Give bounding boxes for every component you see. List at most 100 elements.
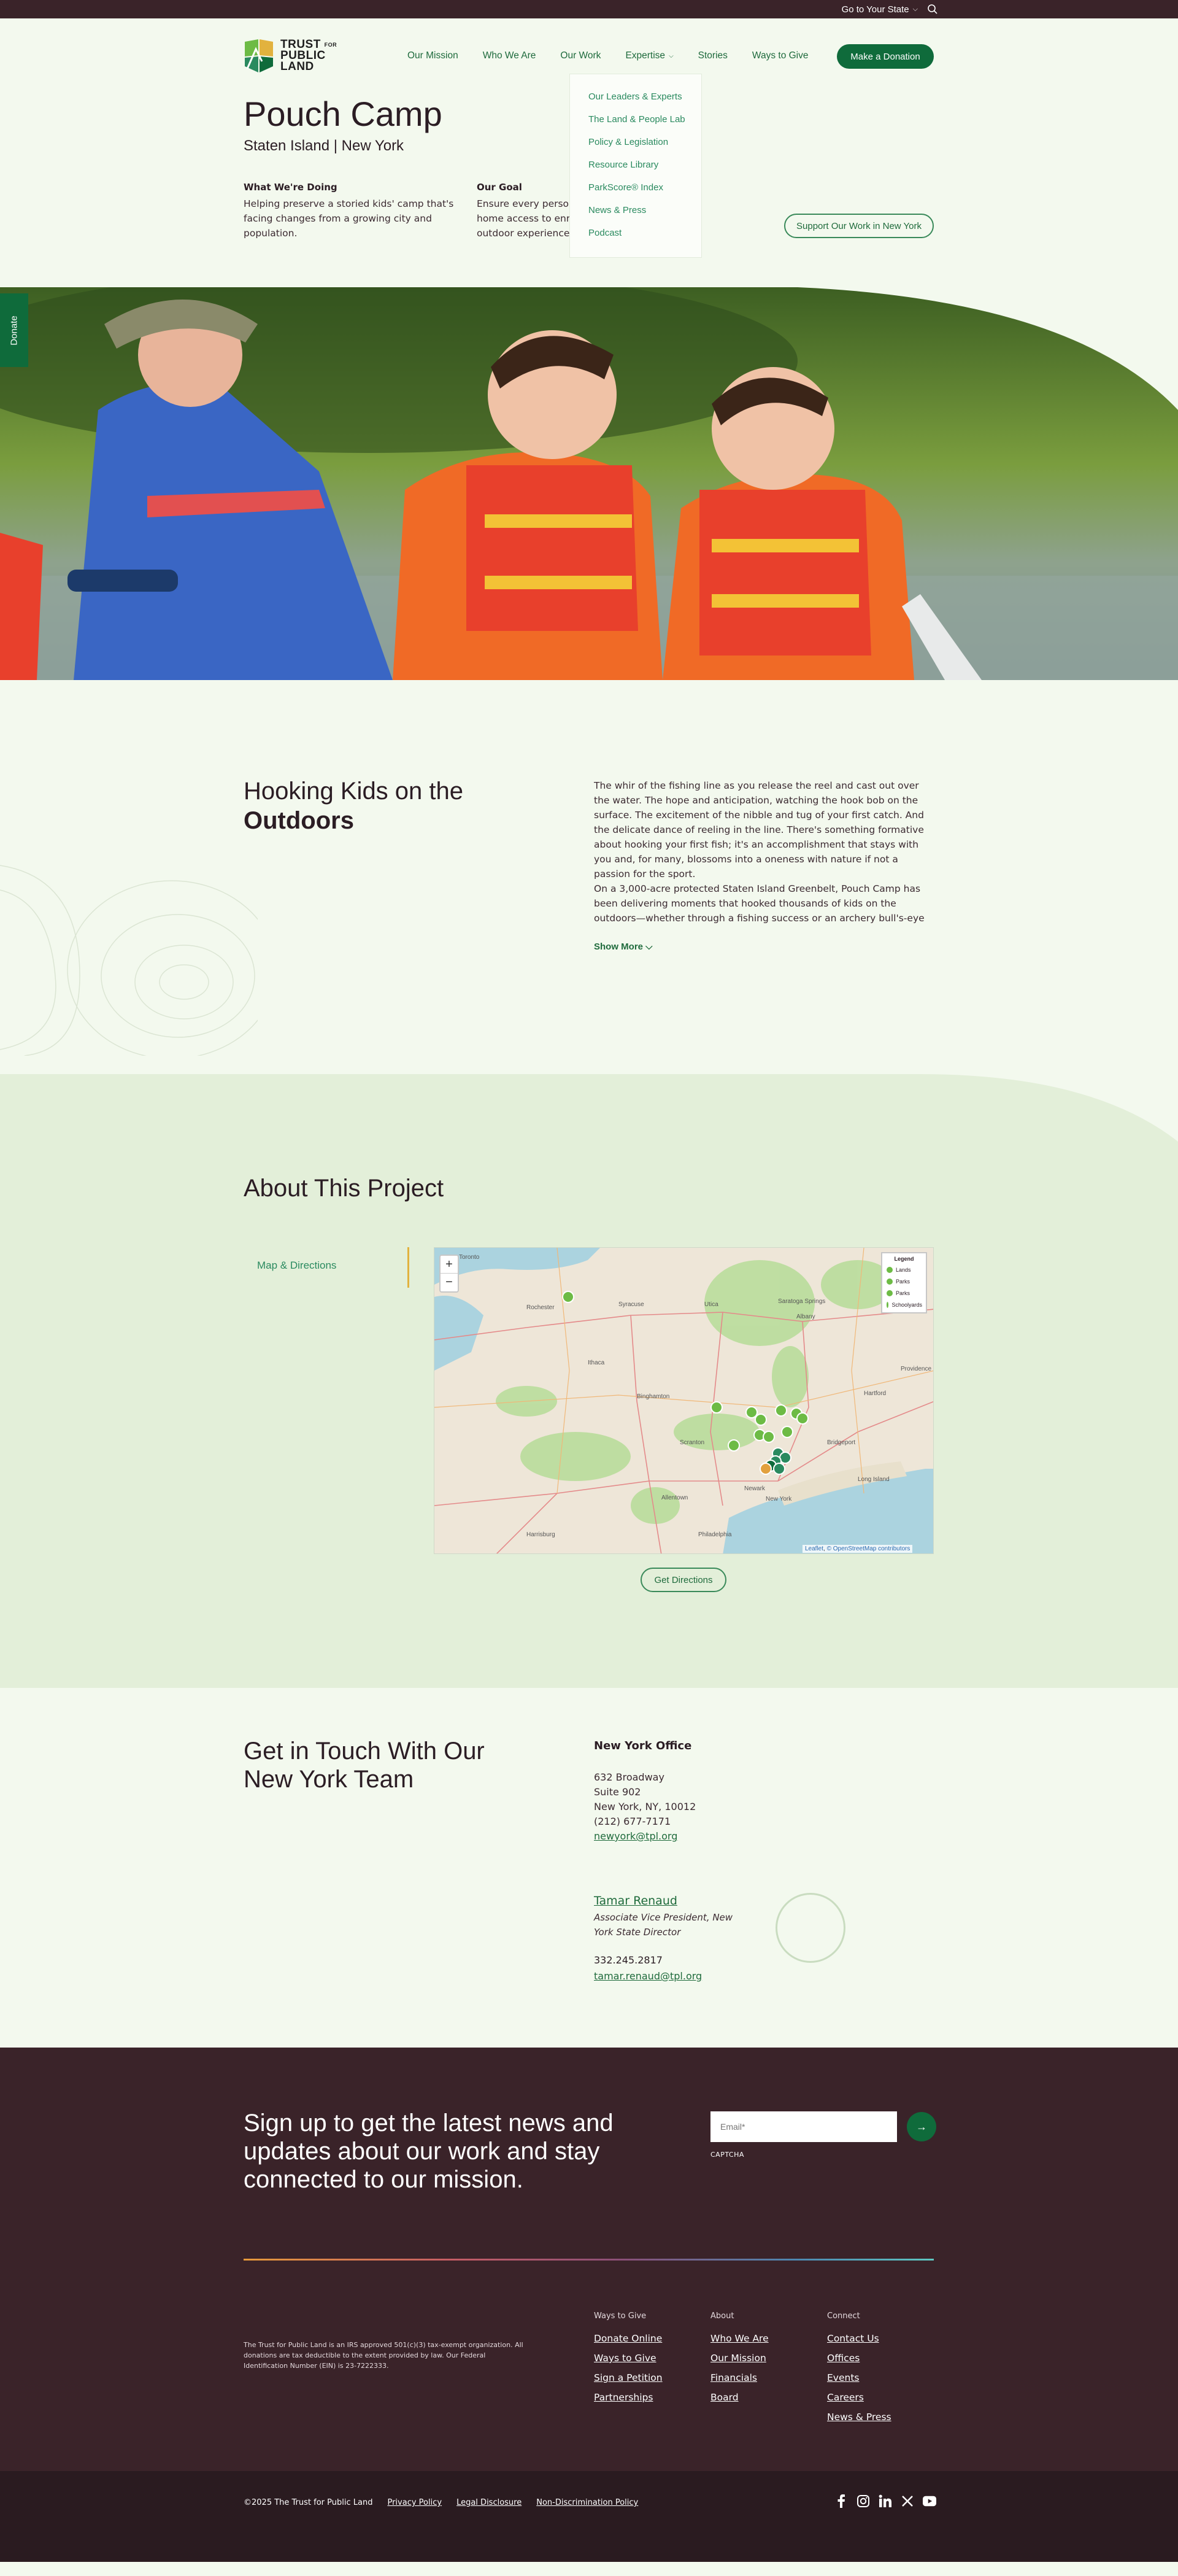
logo-line-3: LAND — [280, 60, 314, 73]
show-more-button[interactable]: Show More ⌵ — [594, 942, 653, 952]
footer-link[interactable]: Sign a Petition — [594, 2372, 663, 2392]
dropdown-item[interactable]: News & Press — [588, 205, 701, 228]
about-heading: About This Project — [244, 1175, 444, 1202]
map-label: Ithaca — [588, 1360, 605, 1366]
address-line: 632 Broadway — [594, 1771, 664, 1783]
osm-link[interactable]: © OpenStreetMap contributors — [827, 1545, 910, 1552]
zoom-out-button[interactable]: − — [441, 1274, 458, 1291]
nav-expertise[interactable]: Expertise ⌵ — [625, 50, 673, 61]
footer-link[interactable]: Careers — [827, 2392, 891, 2412]
footer-link[interactable]: Contact Us — [827, 2333, 891, 2353]
map-marker — [755, 1414, 767, 1426]
dropdown-item[interactable]: The Land & People Lab — [588, 114, 701, 137]
state-selector[interactable]: Go to Your State ⌵ — [842, 4, 918, 15]
legend-item[interactable]: Lands — [886, 1264, 922, 1275]
search-icon[interactable] — [926, 3, 939, 15]
newsletter-submit-button[interactable]: → — [907, 2112, 936, 2141]
legal-text: The Trust for Public Land is an IRS appr… — [244, 2341, 523, 2370]
intro-heading: Hooking Kids on the Outdoors — [244, 776, 463, 835]
contact-person-name[interactable]: Tamar Renaud — [594, 1894, 677, 1908]
get-directions-button[interactable]: Get Directions — [641, 1568, 726, 1592]
map-directions-tab[interactable]: Map & Directions — [244, 1247, 409, 1288]
legend-item[interactable]: Schoolyards — [886, 1299, 922, 1310]
footer-link[interactable]: News & Press — [827, 2412, 891, 2431]
youtube-icon[interactable] — [923, 2494, 936, 2508]
make-donation-button[interactable]: Make a Donation — [837, 44, 934, 69]
page-title: Pouch Camp — [244, 95, 442, 133]
privacy-policy-link[interactable]: Privacy Policy — [387, 2498, 442, 2507]
chevron-down-icon: ⌵ — [669, 52, 674, 60]
map-label: Scranton — [680, 1439, 704, 1446]
doing-text: Helping preserve a storied kids' camp th… — [244, 198, 454, 239]
map-tiles: Toronto Rochester Syracuse Albany Bingha… — [434, 1248, 933, 1553]
nav-stories[interactable]: Stories — [698, 50, 728, 61]
dropdown-item[interactable]: Our Leaders & Experts — [588, 91, 701, 114]
footer-link[interactable]: Events — [827, 2372, 891, 2392]
office-email-link[interactable]: newyork@tpl.org — [594, 1829, 696, 1844]
chevron-down-icon: ⌵ — [912, 5, 918, 13]
copyright-text: ©2025 The Trust for Public Land — [244, 2498, 373, 2507]
map-marker — [562, 1291, 574, 1303]
nav-our-work[interactable]: Our Work — [560, 50, 601, 61]
map-label: Syracuse — [618, 1301, 644, 1308]
site-logo[interactable]: TRUST FOR PUBLIC LAND — [244, 38, 337, 74]
footer-divider — [244, 2259, 934, 2261]
map-label: Philadelphia — [698, 1531, 732, 1538]
map-label: Harrisburg — [526, 1531, 555, 1538]
footer-bottom-bar — [0, 2471, 1178, 2562]
leaflet-link[interactable]: Leaflet — [805, 1545, 823, 1552]
contact-person-title: Associate Vice President, New York State… — [594, 1912, 733, 1938]
nav-ways-to-give[interactable]: Ways to Give — [752, 50, 809, 61]
newsletter-email-input[interactable] — [710, 2111, 897, 2142]
instagram-icon[interactable] — [857, 2494, 870, 2508]
legend-marker-icon — [886, 1277, 893, 1285]
legend-item[interactable]: Parks — [886, 1287, 922, 1299]
linkedin-icon[interactable] — [879, 2494, 892, 2508]
footer-link[interactable]: Offices — [827, 2353, 891, 2372]
map-label: New York — [766, 1496, 792, 1503]
support-work-button[interactable]: Support Our Work in New York — [784, 214, 934, 238]
legend-marker-icon — [886, 1266, 893, 1274]
legal-disclosure-link[interactable]: Legal Disclosure — [456, 2498, 522, 2507]
x-twitter-icon[interactable] — [901, 2494, 914, 2508]
dropdown-item[interactable]: Policy & Legislation — [588, 137, 701, 160]
footer-column-heading: Connect — [827, 2311, 860, 2321]
footer-link[interactable]: Ways to Give — [594, 2353, 663, 2372]
state-selector-label: Go to Your State — [841, 4, 909, 15]
map-marker — [728, 1439, 740, 1452]
footer-link[interactable]: Board — [710, 2392, 769, 2412]
map-marker — [775, 1404, 787, 1417]
map-label: Hartford — [864, 1390, 886, 1397]
facebook-icon[interactable] — [834, 2494, 848, 2508]
footer-link[interactable]: Who We Are — [710, 2333, 769, 2353]
footer-link[interactable]: Partnerships — [594, 2392, 663, 2412]
map-label: Binghamton — [637, 1393, 669, 1400]
legend-item[interactable]: Parks — [886, 1275, 922, 1287]
avatar — [776, 1893, 845, 1963]
contact-person-email[interactable]: tamar.renaud@tpl.org — [594, 1970, 702, 1982]
legend-item-label: Parks — [896, 1278, 910, 1285]
dropdown-item[interactable]: ParkScore® Index — [588, 182, 701, 205]
project-map[interactable]: Toronto Rochester Syracuse Albany Bingha… — [434, 1247, 934, 1554]
dropdown-item[interactable]: Podcast — [588, 228, 701, 250]
donate-side-tab[interactable]: Donate — [0, 293, 28, 367]
intro-heading-bold: Outdoors — [244, 807, 354, 834]
map-legend: Legend Lands Parks Parks Schoolyards — [881, 1252, 927, 1313]
expertise-dropdown: Our Leaders & Experts The Land & People … — [569, 74, 702, 258]
office-phone: (212) 677-7171 — [594, 1816, 671, 1827]
footer-column-connect: Connect Contact Us Offices Events Career… — [827, 2311, 891, 2431]
map-zoom-control: + − — [439, 1255, 459, 1293]
map-label: Long Island — [858, 1476, 890, 1483]
dropdown-item[interactable]: Resource Library — [588, 160, 701, 182]
nav-who-we-are[interactable]: Who We Are — [483, 50, 536, 61]
nav-our-mission[interactable]: Our Mission — [407, 50, 458, 61]
footer-link[interactable]: Donate Online — [594, 2333, 663, 2353]
main-nav: Our Mission Who We Are Our Work Expertis… — [407, 50, 833, 61]
map-marker — [796, 1412, 809, 1425]
hero-photo-illustration — [0, 287, 1178, 680]
footer-link[interactable]: Financials — [710, 2372, 769, 2392]
intro-heading-light: Hooking Kids on the — [244, 778, 464, 805]
footer-link[interactable]: Our Mission — [710, 2353, 769, 2372]
non-discrimination-link[interactable]: Non-Discrimination Policy — [536, 2498, 638, 2507]
zoom-in-button[interactable]: + — [441, 1256, 458, 1274]
